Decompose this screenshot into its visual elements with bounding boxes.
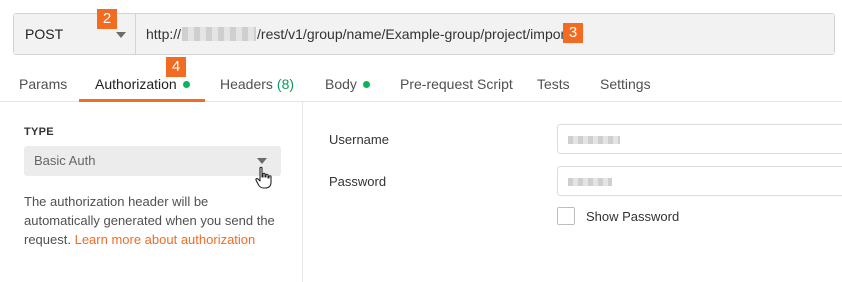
active-indicator-dot: [182, 80, 190, 88]
tab-settings[interactable]: Settings: [600, 76, 651, 92]
tab-pre-request-script[interactable]: Pre-request Script: [400, 76, 513, 92]
redacted-host: [182, 27, 257, 41]
headers-count: (8): [276, 76, 295, 92]
hand-cursor-icon: [255, 166, 272, 189]
active-tab-underline: [79, 99, 205, 102]
url-input[interactable]: http:// /rest/v1/group/name/Example-grou…: [136, 14, 834, 54]
callout-badge-2: 2: [97, 9, 117, 29]
tab-headers[interactable]: Headers (8): [220, 76, 294, 92]
masked-password: [568, 178, 612, 186]
password-input[interactable]: [557, 166, 842, 196]
request-bar: POST http:// /rest/v1/group/name/Example…: [13, 13, 835, 55]
method-dropdown[interactable]: POST: [14, 14, 136, 54]
tab-authorization[interactable]: Authorization: [95, 76, 190, 92]
learn-more-link[interactable]: Learn more about authorization: [75, 232, 256, 247]
url-prefix: http://: [146, 26, 182, 42]
show-password-label: Show Password: [586, 209, 680, 224]
request-tabs: Params Authorization Headers (8) Body Pr…: [0, 68, 842, 102]
redacted-username: [568, 136, 620, 144]
panel-divider: [302, 102, 303, 282]
tab-body[interactable]: Body: [325, 76, 370, 92]
auth-type-heading: TYPE: [24, 126, 54, 138]
username-input[interactable]: [557, 124, 842, 154]
username-label: Username: [329, 132, 389, 147]
auth-type-select[interactable]: Basic Auth: [24, 146, 281, 176]
password-label: Password: [329, 174, 387, 189]
tab-params[interactable]: Params: [19, 76, 67, 92]
body-indicator-dot: [362, 80, 370, 88]
auth-description: The authorization header will be automat…: [24, 194, 275, 247]
callout-badge-3: 3: [563, 23, 583, 43]
url-path: /rest/v1/group/name/Example-group/projec…: [257, 26, 570, 42]
auth-type-value: Basic Auth: [34, 153, 96, 168]
caret-down-icon: [116, 32, 126, 38]
caret-down-icon: [257, 158, 267, 164]
tab-tests[interactable]: Tests: [537, 76, 570, 92]
method-label: POST: [25, 26, 64, 42]
show-password-checkbox[interactable]: [557, 207, 575, 225]
url-text: http:// /rest/v1/group/name/Example-grou…: [146, 26, 569, 42]
